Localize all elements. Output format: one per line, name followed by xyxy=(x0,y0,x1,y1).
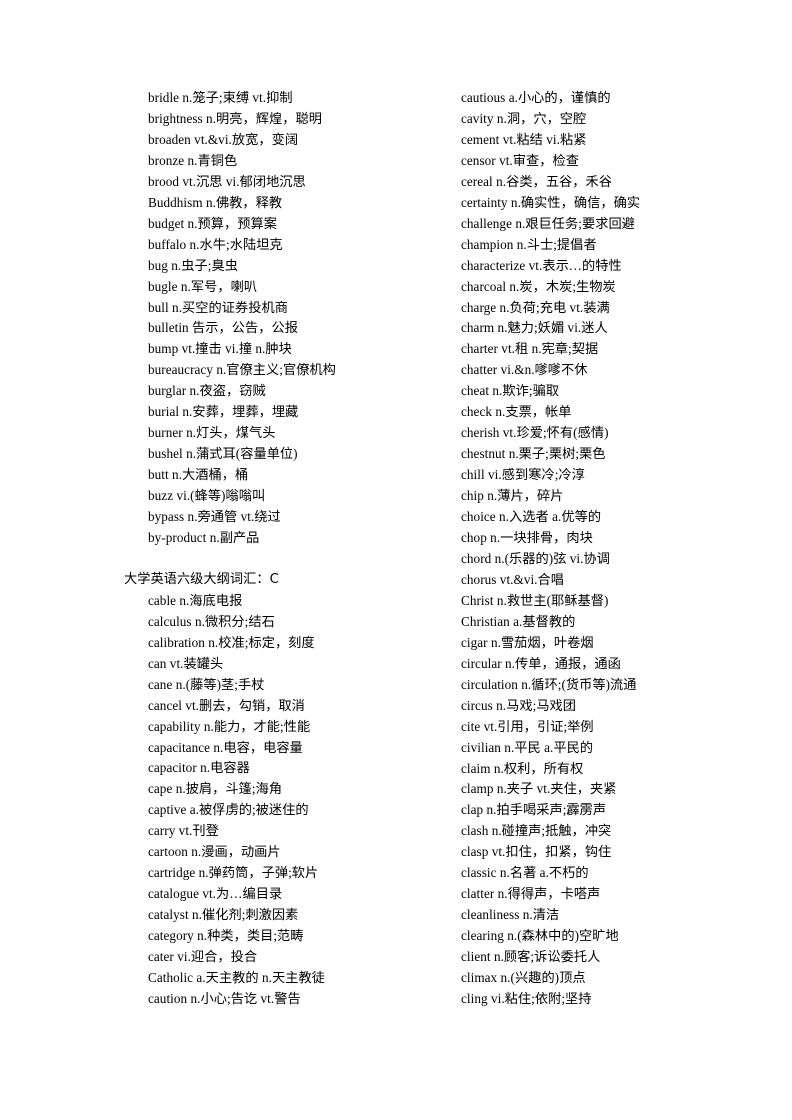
vocabulary-entry: capacitor n.电容器 xyxy=(148,760,250,776)
vocabulary-entry: charter vt.租 n.宪章;契据 xyxy=(461,341,599,357)
section-heading: 大学英语六级大纲词汇：C xyxy=(124,571,279,587)
vocabulary-entry: champion n.斗士;提倡者 xyxy=(461,236,597,252)
vocabulary-entry: chip n.薄片，碎片 xyxy=(461,488,564,504)
vocabulary-entry: Buddhism n.佛教，释教 xyxy=(148,194,283,210)
vocabulary-entry: bypass n.旁通管 vt.绕过 xyxy=(148,509,281,525)
vocabulary-entry: clasp vt.扣住，扣紧，钩住 xyxy=(461,844,612,860)
vocabulary-entry: burglar n.夜盗，窃贼 xyxy=(148,383,266,399)
vocabulary-entry: category n.种类，类目;范畴 xyxy=(148,928,304,944)
vocabulary-entry: cartoon n.漫画，动画片 xyxy=(148,844,281,860)
vocabulary-entry: cartridge n.弹药筒，子弹;软片 xyxy=(148,865,319,881)
vocabulary-entry: buffalo n.水牛;水陆坦克 xyxy=(148,236,283,252)
vocabulary-entry: brood vt.沉思 vi.郁闭地沉思 xyxy=(148,173,306,189)
vocabulary-entry: charm n.魅力;妖媚 vi.迷人 xyxy=(461,320,608,336)
left-column: bridle n.笼子;束缚 vt.抑制 brightness n.明亮，辉煌，聪… xyxy=(124,88,424,1010)
vocabulary-entry: brightness n.明亮，辉煌，聪明 xyxy=(148,110,322,126)
vocabulary-entry: butt n.大酒桶，桶 xyxy=(148,467,249,483)
vocabulary-entry: bug n.虫子;臭虫 xyxy=(148,257,238,273)
vocabulary-entry: broaden vt.&vi.放宽，变阔 xyxy=(148,131,299,147)
vocabulary-entry: buzz vi.(蜂等)嗡嗡叫 xyxy=(148,488,266,504)
vocabulary-entry: civilian n.平民 a.平民的 xyxy=(461,739,594,755)
vocabulary-entry: clap n.拍手喝采声;霹雳声 xyxy=(461,802,607,818)
vocabulary-entry: cigar n.雪茄烟，叶卷烟 xyxy=(461,634,594,650)
vocabulary-entry: cane n.(藤等)茎;手杖 xyxy=(148,676,265,692)
vocabulary-entry: burner n.灯头，煤气头 xyxy=(148,425,276,441)
vocabulary-entry: burial n.安葬，埋葬，埋藏 xyxy=(148,404,299,420)
vocabulary-entry: chop n.一块排骨，肉块 xyxy=(461,530,593,546)
vocabulary-entry: cable n.海底电报 xyxy=(148,592,243,608)
vocabulary-entry: bump vt.撞击 vi.撞 n.肿块 xyxy=(148,341,292,357)
vocabulary-entry: charge n.负荷;充电 vt.装满 xyxy=(461,299,610,315)
vocabulary-entry: climax n.(兴趣的)顶点 xyxy=(461,970,586,986)
vocabulary-entry: chestnut n.栗子;栗树;栗色 xyxy=(461,446,606,462)
vocabulary-entry: clash n.碰撞声;抵触，冲突 xyxy=(461,823,612,839)
vocabulary-entry: cleanliness n.清洁 xyxy=(461,907,560,923)
vocabulary-entry: Catholic a.天主教的 n.天主教徒 xyxy=(148,970,325,986)
vocabulary-entry: cautious a.小心的，谨慎的 xyxy=(461,90,611,105)
vocabulary-entry: clearing n.(森林中的)空旷地 xyxy=(461,928,619,944)
vocabulary-entry: budget n.预算，预算案 xyxy=(148,215,277,231)
vocabulary-entry: capacitance n.电容，电容量 xyxy=(148,739,303,755)
vocabulary-entry: chill vi.感到寒冷;冷淳 xyxy=(461,467,585,483)
vocabulary-entry: certainty n.确实性，确信，确实 xyxy=(461,194,641,210)
vocabulary-entry: catalyst n.催化剂;刺激因素 xyxy=(148,907,299,923)
vocabulary-entry: cavity n.洞，穴，空腔 xyxy=(461,110,587,126)
vocabulary-entry: cereal n.谷类，五谷，禾谷 xyxy=(461,173,613,189)
vocabulary-entry: bulletin 告示，公告，公报 xyxy=(148,320,298,336)
vocabulary-entry: bushel n.蒲式耳(容量单位) xyxy=(148,446,298,462)
vocabulary-entry: can vt.装罐头 xyxy=(148,655,224,671)
vocabulary-entry: chord n.(乐器的)弦 vi.协调 xyxy=(461,550,610,566)
vocabulary-entry: bridle n.笼子;束缚 vt.抑制 xyxy=(148,90,293,105)
vocabulary-entry: claim n.权利，所有权 xyxy=(461,760,584,776)
vocabulary-entry: bureaucracy n.官僚主义;官僚机构 xyxy=(148,362,336,378)
vocabulary-entry: carry vt.刊登 xyxy=(148,823,219,839)
vocabulary-entry: cite vt.引用，引证;举例 xyxy=(461,718,594,734)
vocabulary-entry: bronze n.青铜色 xyxy=(148,152,238,168)
vocabulary-entry: characterize vt.表示…的特性 xyxy=(461,257,622,273)
vocabulary-entry: catalogue vt.为…编目录 xyxy=(148,886,283,902)
vocabulary-entry: clamp n.夹子 vt.夹住，夹紧 xyxy=(461,781,617,797)
vocabulary-entry: circular n.传单，通报，通函 xyxy=(461,655,621,671)
vocabulary-entry: circus n.马戏;马戏团 xyxy=(461,697,577,713)
vocabulary-entry: calibration n.校准;标定，刻度 xyxy=(148,634,315,650)
vocabulary-entry: bull n.买空的证券投机商 xyxy=(148,299,288,315)
vocabulary-entry: cheat n.欺诈;骗取 xyxy=(461,383,560,399)
vocabulary-entry: chatter vi.&n.嗲嗲不休 xyxy=(461,362,588,378)
vocabulary-entry: censor vt.审查，检查 xyxy=(461,152,579,168)
vocabulary-entry: check n.支票，帐单 xyxy=(461,404,572,420)
vocabulary-entry: cling vi.粘住;依附;坚持 xyxy=(461,990,592,1006)
vocabulary-entry: Christian a.基督教的 xyxy=(461,613,576,629)
vocabulary-entry: cape n.披肩，斗篷;海角 xyxy=(148,781,283,797)
vocabulary-entry: cherish vt.珍爱;怀有(感情) xyxy=(461,425,609,441)
vocabulary-entry: bugle n.军号，喇叭 xyxy=(148,278,258,294)
vocabulary-entry: by-product n.副产品 xyxy=(148,530,260,546)
vocabulary-entry: cement vt.粘结 vi.粘紧 xyxy=(461,131,587,147)
vocabulary-entry: cancel vt.删去，勾销，取消 xyxy=(148,697,305,713)
vocabulary-entry: captive a.被俘虏的;被迷住的 xyxy=(148,802,309,818)
vocabulary-entry: classic n.名著 a.不朽的 xyxy=(461,865,589,881)
vocabulary-entry: Christ n.救世主(耶稣基督) xyxy=(461,592,609,608)
right-column: cautious a.小心的，谨慎的 cavity n.洞，穴，空腔 cement … xyxy=(437,88,757,1010)
document-page: bridle n.笼子;束缚 vt.抑制 brightness n.明亮，辉煌，聪… xyxy=(0,0,792,1120)
vocabulary-entry: cater vi.迎合，投合 xyxy=(148,949,258,965)
vocabulary-entry: chorus vt.&vi.合唱 xyxy=(461,571,564,587)
vocabulary-entry: caution n.小心;告讫 vt.警告 xyxy=(148,990,301,1006)
vocabulary-entry: circulation n.循环;(货币等)流通 xyxy=(461,676,637,692)
vocabulary-entry: choice n.入选者 a.优等的 xyxy=(461,509,602,525)
vocabulary-entry: charcoal n.炭，木炭;生物炭 xyxy=(461,278,616,294)
vocabulary-entry: calculus n.微积分;结石 xyxy=(148,613,275,629)
vocabulary-entry: clatter n.得得声，卡嗒声 xyxy=(461,886,601,902)
vocabulary-entry: capability n.能力，才能;性能 xyxy=(148,718,311,734)
vocabulary-entry: client n.顾客;诉讼委托人 xyxy=(461,949,601,965)
vocabulary-entry: challenge n.艰巨任务;要求回避 xyxy=(461,215,635,231)
